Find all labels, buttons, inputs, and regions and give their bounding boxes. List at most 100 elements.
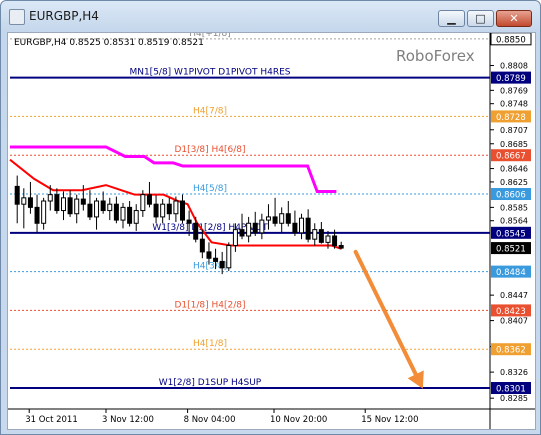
chart-window-icon	[9, 9, 25, 25]
time-tick-label: 8 Nov 04:00	[184, 415, 236, 425]
candle-body	[232, 229, 238, 247]
close-button[interactable]: ✕	[496, 10, 532, 27]
level-price-tag-label: 0.8301	[496, 385, 526, 395]
price-tick-label: 0.8769	[500, 86, 528, 95]
level-price-tag-label: 0.8728	[496, 113, 526, 123]
candle-body	[213, 257, 219, 262]
minimize-button[interactable]: ▁	[438, 10, 465, 27]
maximize-icon: □	[475, 12, 486, 25]
candle-body	[21, 197, 27, 205]
candle-body	[113, 203, 119, 221]
candle-body	[239, 229, 245, 237]
candle-body	[67, 197, 73, 215]
watermark: RoboForex	[396, 47, 475, 65]
candle-body	[34, 206, 40, 224]
time-tick-label: 3 Nov 12:00	[102, 415, 154, 425]
window-title: EURGBP,H4	[29, 9, 99, 23]
candle-body	[272, 216, 278, 224]
price-tick-label: 0.8285	[500, 394, 528, 403]
candle-body	[252, 222, 258, 234]
level-label: H4[7/8]	[193, 106, 227, 116]
level-label: D1[3/8] H4[6/8]	[174, 145, 245, 155]
price-chart: 0.82850.83260.83660.84070.84470.85640.85…	[8, 33, 535, 429]
candle-body	[153, 203, 159, 218]
price-tick-label: 0.8585	[500, 203, 528, 212]
candle-body	[41, 200, 47, 224]
price-tick-label: 0.8447	[500, 291, 528, 300]
level-label: D1[1/8] H4[2/8]	[174, 300, 245, 310]
candle-body	[133, 210, 139, 224]
candle-body	[305, 217, 311, 240]
candle-body	[318, 229, 324, 243]
candle-body	[166, 203, 172, 215]
candle-body	[186, 219, 192, 224]
candle-body	[140, 194, 146, 212]
title-bar[interactable]: EURGBP,H4 ▁ □ ✕	[1, 1, 540, 31]
candle-body	[193, 222, 199, 240]
candle-body	[160, 203, 166, 218]
candle-body	[60, 197, 66, 212]
candle-body	[246, 222, 252, 237]
close-icon: ✕	[509, 12, 519, 25]
maximize-button[interactable]: □	[467, 10, 494, 27]
level-price-tag-label: 0.8484	[496, 268, 526, 278]
candle-body	[199, 238, 205, 253]
time-tick-label: 31 Oct 2011	[25, 415, 78, 425]
candle-body	[292, 222, 298, 234]
candle-body	[299, 217, 305, 234]
candle-body	[47, 194, 53, 202]
symbol-info: EURGBP,H4 0.8525 0.8531 0.8519 0.8521	[14, 38, 204, 48]
candle-body	[279, 213, 285, 224]
candle-body	[74, 198, 80, 215]
candle-body	[27, 197, 33, 208]
candle-body	[206, 251, 212, 259]
minimize-icon: ▁	[447, 12, 456, 25]
chart-window: EURGBP,H4 ▁ □ ✕ 0.82850.83260.83660.8407…	[0, 0, 541, 435]
candle-body	[219, 260, 225, 269]
candle-body	[226, 245, 232, 269]
candle-body	[265, 216, 271, 221]
candle-body	[332, 235, 338, 247]
price-tick-label: 0.8707	[500, 126, 528, 135]
price-tick-label: 0.8625	[500, 178, 528, 187]
candle-body	[312, 229, 318, 240]
candle-body	[285, 213, 291, 224]
level-price-tag-label: 0.8789	[496, 74, 526, 84]
level-label: MN1[5/8] W1PIVOT D1PIVOT H4RES	[129, 68, 290, 78]
candle-body	[80, 198, 86, 205]
level-price-tag-label: 0.8423	[496, 307, 526, 317]
candle-body	[100, 200, 106, 212]
level-price-tag-label: 0.8850	[496, 35, 526, 45]
level-label: W1[2/8] D1SUP H4SUP	[159, 378, 262, 388]
candle-body	[127, 206, 133, 224]
current-price-tag-label: 0.8521	[496, 245, 526, 255]
level-price-tag-label: 0.8545	[496, 229, 526, 239]
magenta-indicator-line	[10, 145, 337, 193]
price-tick-label: 0.8685	[500, 140, 528, 149]
candle-body	[54, 194, 60, 212]
candle-body	[107, 203, 113, 212]
time-tick-label: 15 Nov 12:00	[361, 415, 418, 425]
candle-body	[87, 203, 93, 218]
candle-body	[259, 219, 265, 234]
level-price-tag-label: 0.8606	[496, 191, 526, 201]
price-tick-label: 0.8646	[500, 165, 528, 174]
candle-body	[180, 200, 186, 221]
chart-area[interactable]: 0.82850.83260.83660.84070.84470.85640.85…	[7, 32, 536, 430]
price-tick-label: 0.8564	[500, 217, 528, 226]
candle-body	[173, 200, 179, 215]
candle-body	[94, 200, 100, 218]
level-price-tag-label: 0.8362	[496, 346, 526, 356]
candle-body	[325, 235, 331, 243]
price-tick-label: 0.8407	[500, 317, 528, 326]
price-tick-label: 0.8748	[500, 100, 528, 109]
level-label: H4[1/8]	[193, 339, 227, 349]
price-tick-label: 0.8326	[500, 368, 528, 377]
time-tick-label: 10 Nov 20:00	[270, 415, 327, 425]
candle-body	[146, 194, 152, 205]
level-label: H4[5/8]	[193, 184, 227, 194]
price-tick-label: 0.8808	[500, 62, 528, 71]
candle-body	[338, 245, 344, 249]
level-price-tag-label: 0.8667	[496, 152, 526, 162]
candle-body	[120, 206, 126, 221]
